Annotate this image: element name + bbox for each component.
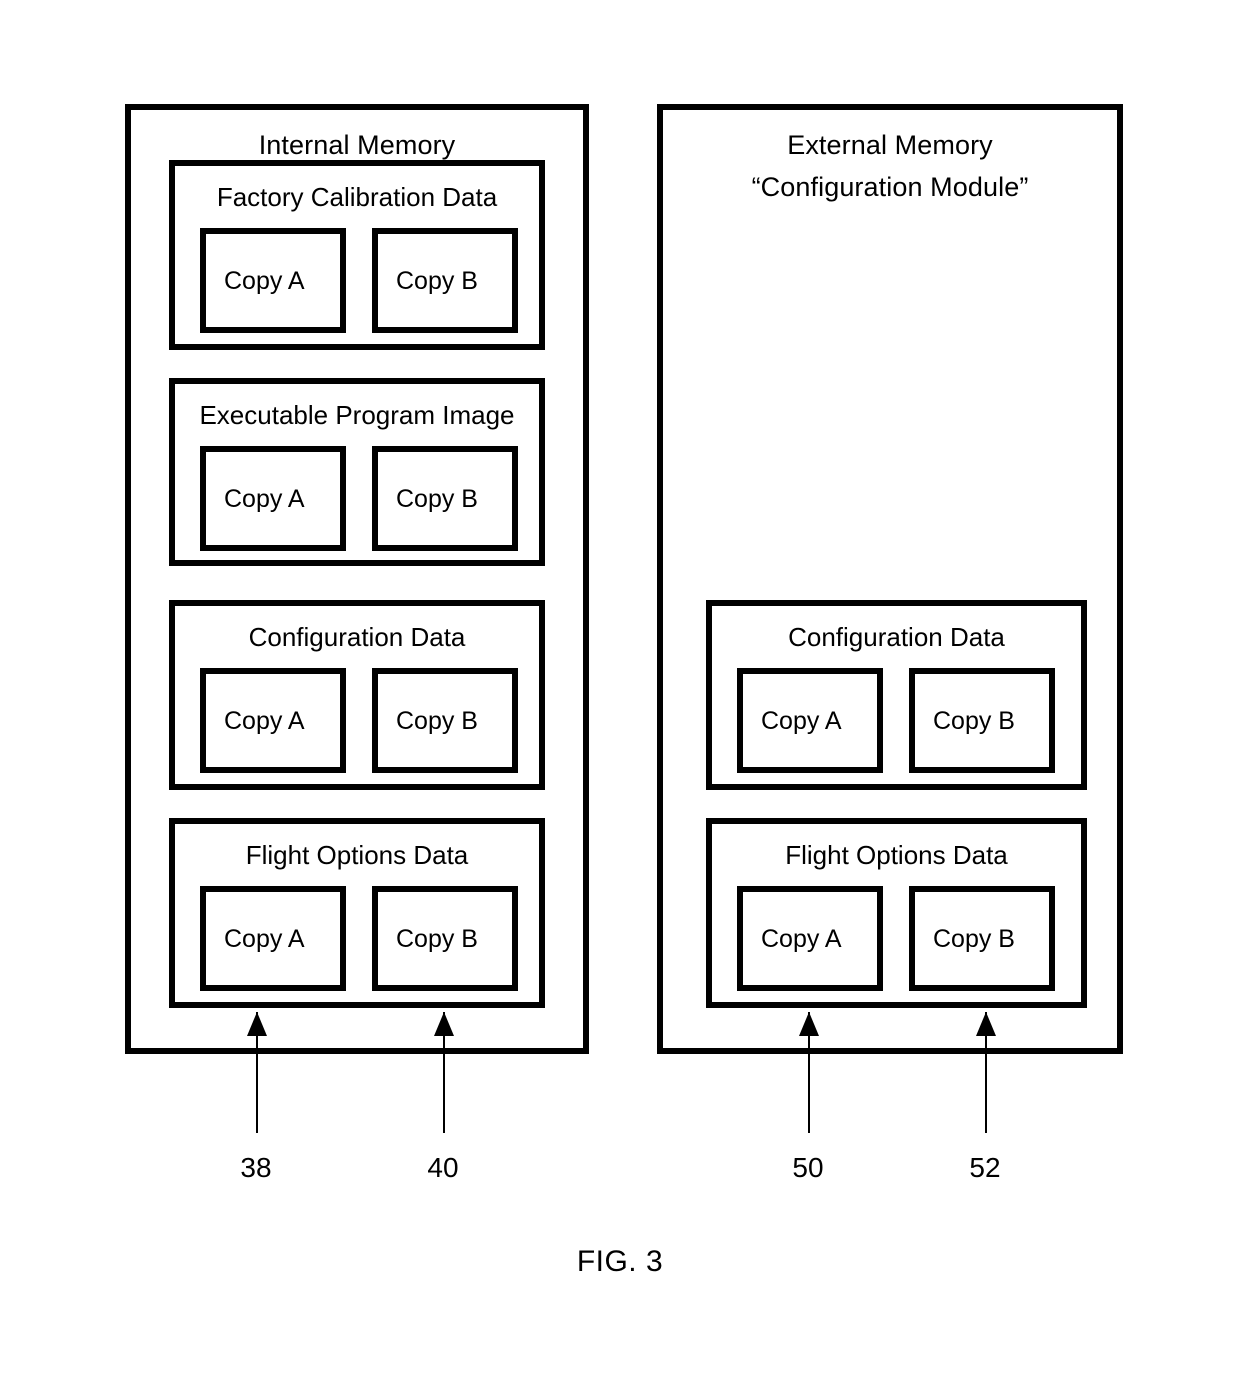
callout-number-40: 40 [427, 1152, 459, 1183]
callout-number-50: 50 [792, 1152, 824, 1183]
internal-memory-panel: Internal Memory Factory Calibration Data… [125, 104, 589, 1054]
configuration-data-external-copy-b-label: Copy B [933, 706, 1015, 735]
callout-number-52: 52 [969, 1152, 1001, 1183]
section-flight-options-data-external: Flight Options Data Copy A Copy B [706, 818, 1087, 1008]
section-configuration-data-internal: Configuration Data Copy A Copy B [169, 600, 545, 790]
executable-program-copy-a-box: Copy A [200, 446, 346, 551]
flight-options-external-copy-a-box: Copy A [737, 886, 883, 991]
section-title-configuration-data-internal: Configuration Data [248, 622, 466, 652]
configuration-data-internal-copy-b-label: Copy B [396, 706, 478, 735]
callout-leader-line [808, 1012, 810, 1133]
external-memory-title: External Memory [787, 130, 993, 160]
factory-calibration-copy-a-label: Copy A [224, 266, 305, 295]
configuration-data-external-copy-a-label: Copy A [761, 706, 842, 735]
external-memory-panel: External Memory “Configuration Module” C… [657, 104, 1123, 1054]
section-executable-program-image: Executable Program Image Copy A Copy B [169, 378, 545, 566]
executable-program-copy-b-label: Copy B [396, 484, 478, 513]
factory-calibration-copy-b-box: Copy B [372, 228, 518, 333]
patent-figure: Internal Memory Factory Calibration Data… [0, 0, 1240, 1375]
configuration-data-external-copy-b-box: Copy B [909, 668, 1055, 773]
flight-options-internal-copy-a-box: Copy A [200, 886, 346, 991]
callout-leader-line [985, 1012, 987, 1133]
section-title-flight-options-data-internal: Flight Options Data [245, 840, 469, 870]
configuration-data-internal-copy-b-box: Copy B [372, 668, 518, 773]
flight-options-external-copy-b-box: Copy B [909, 886, 1055, 991]
configuration-data-internal-copy-a-box: Copy A [200, 668, 346, 773]
section-title-factory-calibration-data: Factory Calibration Data [216, 182, 498, 212]
executable-program-copy-a-label: Copy A [224, 484, 305, 513]
section-title-flight-options-data-external: Flight Options Data [785, 840, 1008, 870]
configuration-data-external-copy-a-box: Copy A [737, 668, 883, 773]
factory-calibration-copy-b-label: Copy B [396, 266, 478, 295]
configuration-data-internal-copy-a-label: Copy A [224, 706, 305, 735]
callout-leader-line [256, 1012, 258, 1133]
executable-program-copy-b-box: Copy B [372, 446, 518, 551]
flight-options-external-copy-b-label: Copy B [933, 924, 1015, 953]
callout-number-38: 38 [240, 1152, 272, 1183]
factory-calibration-copy-a-box: Copy A [200, 228, 346, 333]
callout-leader-line [443, 1012, 445, 1133]
section-configuration-data-external: Configuration Data Copy A Copy B [706, 600, 1087, 790]
external-memory-subtitle: “Configuration Module” [751, 172, 1029, 202]
figure-caption: FIG. 3 [576, 1245, 664, 1278]
flight-options-external-copy-a-label: Copy A [761, 924, 842, 953]
section-factory-calibration-data: Factory Calibration Data Copy A Copy B [169, 160, 545, 350]
flight-options-internal-copy-b-box: Copy B [372, 886, 518, 991]
flight-options-internal-copy-b-label: Copy B [396, 924, 478, 953]
section-title-configuration-data-external: Configuration Data [788, 622, 1005, 652]
section-title-executable-program-image: Executable Program Image [199, 400, 515, 430]
flight-options-internal-copy-a-label: Copy A [224, 924, 305, 953]
section-flight-options-data-internal: Flight Options Data Copy A Copy B [169, 818, 545, 1008]
